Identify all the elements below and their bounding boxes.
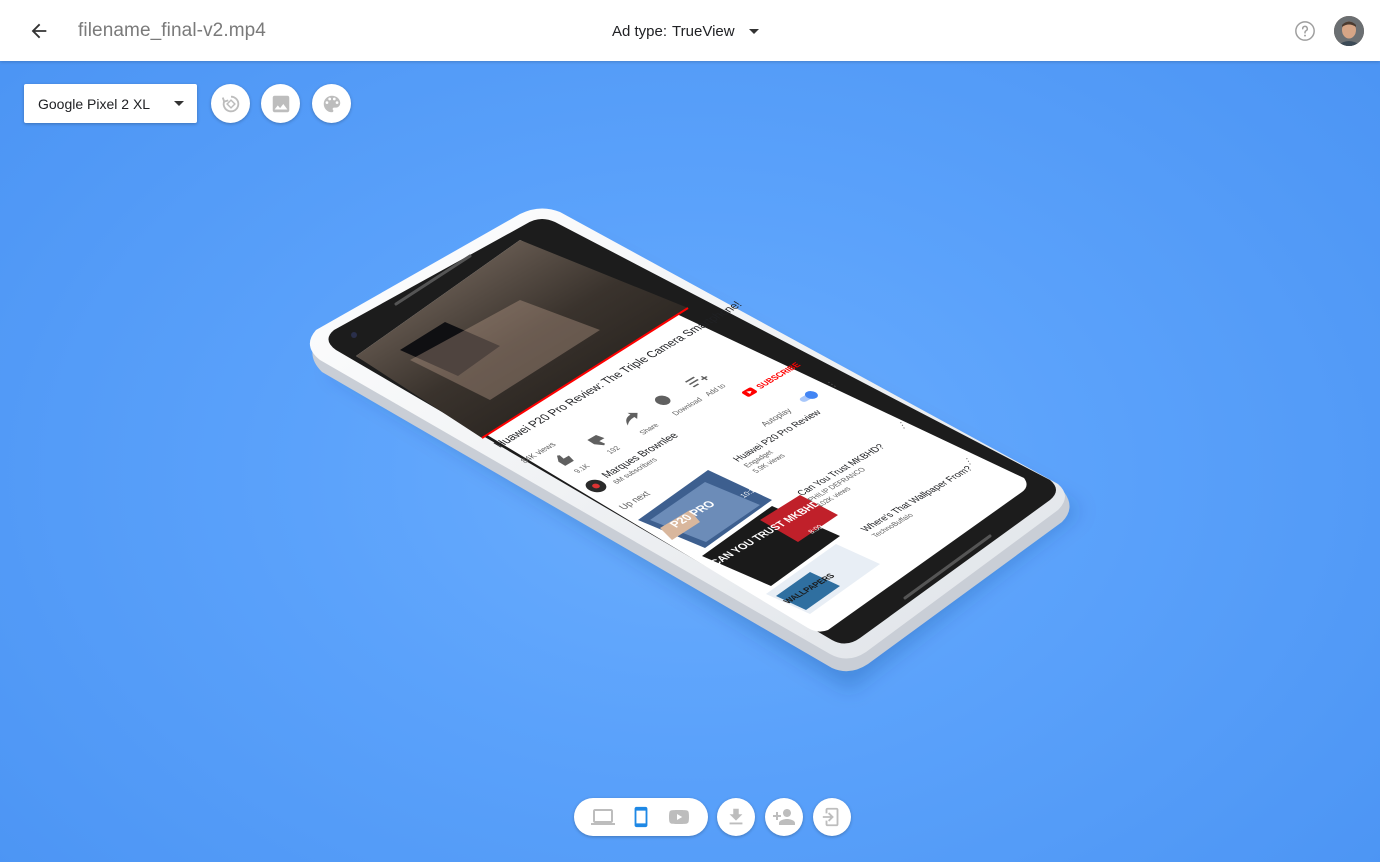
help-button[interactable] <box>1294 20 1316 42</box>
youtube-view-button[interactable] <box>662 802 696 832</box>
user-avatar[interactable] <box>1334 16 1364 46</box>
share-with-person-button[interactable] <box>765 798 803 836</box>
ad-type-dropdown[interactable]: Ad type: TrueView <box>612 23 759 40</box>
ad-type-value: TrueView <box>672 23 735 40</box>
youtube-icon <box>669 810 689 824</box>
exit-preview-button[interactable] <box>813 798 851 836</box>
desktop-view-button[interactable] <box>586 802 620 832</box>
view-mode-toggle <box>574 798 708 836</box>
front-camera <box>351 332 357 338</box>
download-button[interactable] <box>717 798 755 836</box>
phone-mockup: Huawei P20 Pro Review: The Triple Camera… <box>309 208 1080 690</box>
person-add-icon <box>773 809 795 825</box>
chevron-down-icon <box>748 29 759 34</box>
file-name: filename_final-v2.mp4 <box>78 20 266 41</box>
mobile-view-button[interactable] <box>624 802 658 832</box>
smartphone-icon <box>634 806 648 828</box>
laptop-icon <box>591 809 615 825</box>
exit-to-app-icon <box>822 807 839 827</box>
avatar-image <box>1334 16 1364 46</box>
app-header: filename_final-v2.mp4 Ad type: TrueView <box>0 0 1380 61</box>
ad-type-label: Ad type: <box>612 23 668 40</box>
arrow-left-icon <box>31 23 47 39</box>
back-button[interactable] <box>22 14 56 48</box>
preview-stage: Huawei P20 Pro Review: The Triple Camera… <box>0 61 1380 781</box>
download-icon <box>729 808 743 825</box>
help-circle-icon <box>1295 21 1315 41</box>
